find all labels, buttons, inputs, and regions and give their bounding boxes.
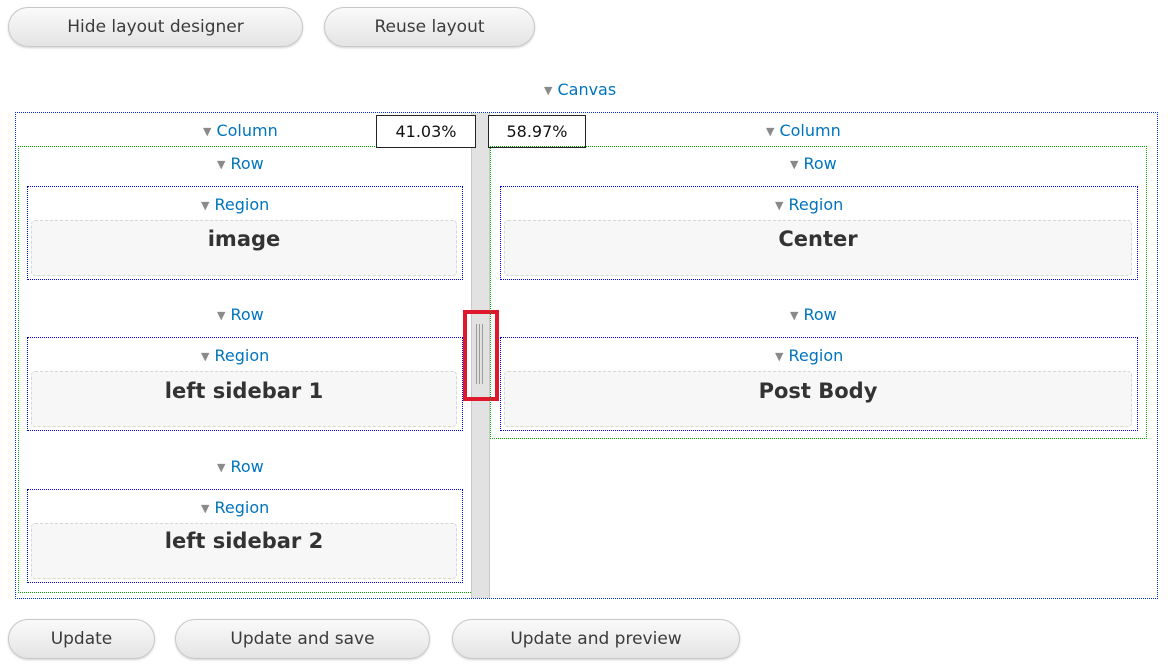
- triangle-down-icon: ▼: [766, 125, 775, 138]
- region-name: image: [207, 227, 281, 251]
- row-toggle[interactable]: ▼ Row: [790, 305, 837, 327]
- region-toggle[interactable]: ▼ Region: [775, 346, 843, 368]
- triangle-down-icon: ▼: [201, 199, 210, 212]
- triangle-down-icon: ▼: [775, 199, 784, 212]
- triangle-down-icon: ▼: [775, 350, 784, 363]
- column-label: Column: [779, 121, 841, 140]
- triangle-down-icon: ▼: [203, 125, 212, 138]
- canvas-label: Canvas: [557, 80, 617, 99]
- column-toggle-right[interactable]: ▼ Column: [766, 121, 841, 143]
- column-toggle-left[interactable]: ▼ Column: [203, 121, 278, 143]
- region-label: Region: [788, 346, 844, 365]
- left-column-width-percent: 41.03%: [376, 115, 476, 148]
- row-label: Row: [803, 154, 837, 173]
- triangle-down-icon: ▼: [217, 461, 226, 474]
- triangle-down-icon: ▼: [790, 158, 799, 171]
- region-toggle[interactable]: ▼ Region: [775, 195, 843, 217]
- region-toggle[interactable]: ▼ Region: [201, 195, 269, 217]
- region-name: left sidebar 1: [164, 379, 324, 403]
- right-column-width-percent: 58.97%: [488, 115, 586, 148]
- triangle-down-icon: ▼: [544, 84, 553, 97]
- hide-layout-designer-button[interactable]: Hide layout designer: [8, 7, 303, 47]
- region-name: Post Body: [758, 379, 878, 403]
- triangle-down-icon: ▼: [201, 502, 210, 515]
- row-toggle[interactable]: ▼ Row: [217, 154, 264, 176]
- update-button[interactable]: Update: [8, 619, 155, 659]
- column-label: Column: [216, 121, 278, 140]
- triangle-down-icon: ▼: [790, 309, 799, 322]
- update-and-save-button[interactable]: Update and save: [175, 619, 430, 659]
- row-toggle[interactable]: ▼ Row: [217, 305, 264, 327]
- region-label: Region: [214, 346, 270, 365]
- row-label: Row: [803, 305, 837, 324]
- region-toggle[interactable]: ▼ Region: [201, 498, 269, 520]
- row-toggle[interactable]: ▼ Row: [217, 457, 264, 479]
- region-label: Region: [214, 498, 270, 517]
- region-toggle[interactable]: ▼ Region: [201, 346, 269, 368]
- row-label: Row: [230, 154, 264, 173]
- canvas-toggle[interactable]: ▼ Canvas: [544, 80, 616, 102]
- region-label: Region: [214, 195, 270, 214]
- row-label: Row: [230, 457, 264, 476]
- region-label: Region: [788, 195, 844, 214]
- row-label: Row: [230, 305, 264, 324]
- reuse-layout-button[interactable]: Reuse layout: [324, 7, 535, 47]
- update-and-preview-button[interactable]: Update and preview: [452, 619, 740, 659]
- region-name: Center: [778, 227, 858, 251]
- triangle-down-icon: ▼: [217, 309, 226, 322]
- region-name: left sidebar 2: [164, 529, 324, 553]
- triangle-down-icon: ▼: [201, 350, 210, 363]
- row-toggle[interactable]: ▼ Row: [790, 154, 837, 176]
- triangle-down-icon: ▼: [217, 158, 226, 171]
